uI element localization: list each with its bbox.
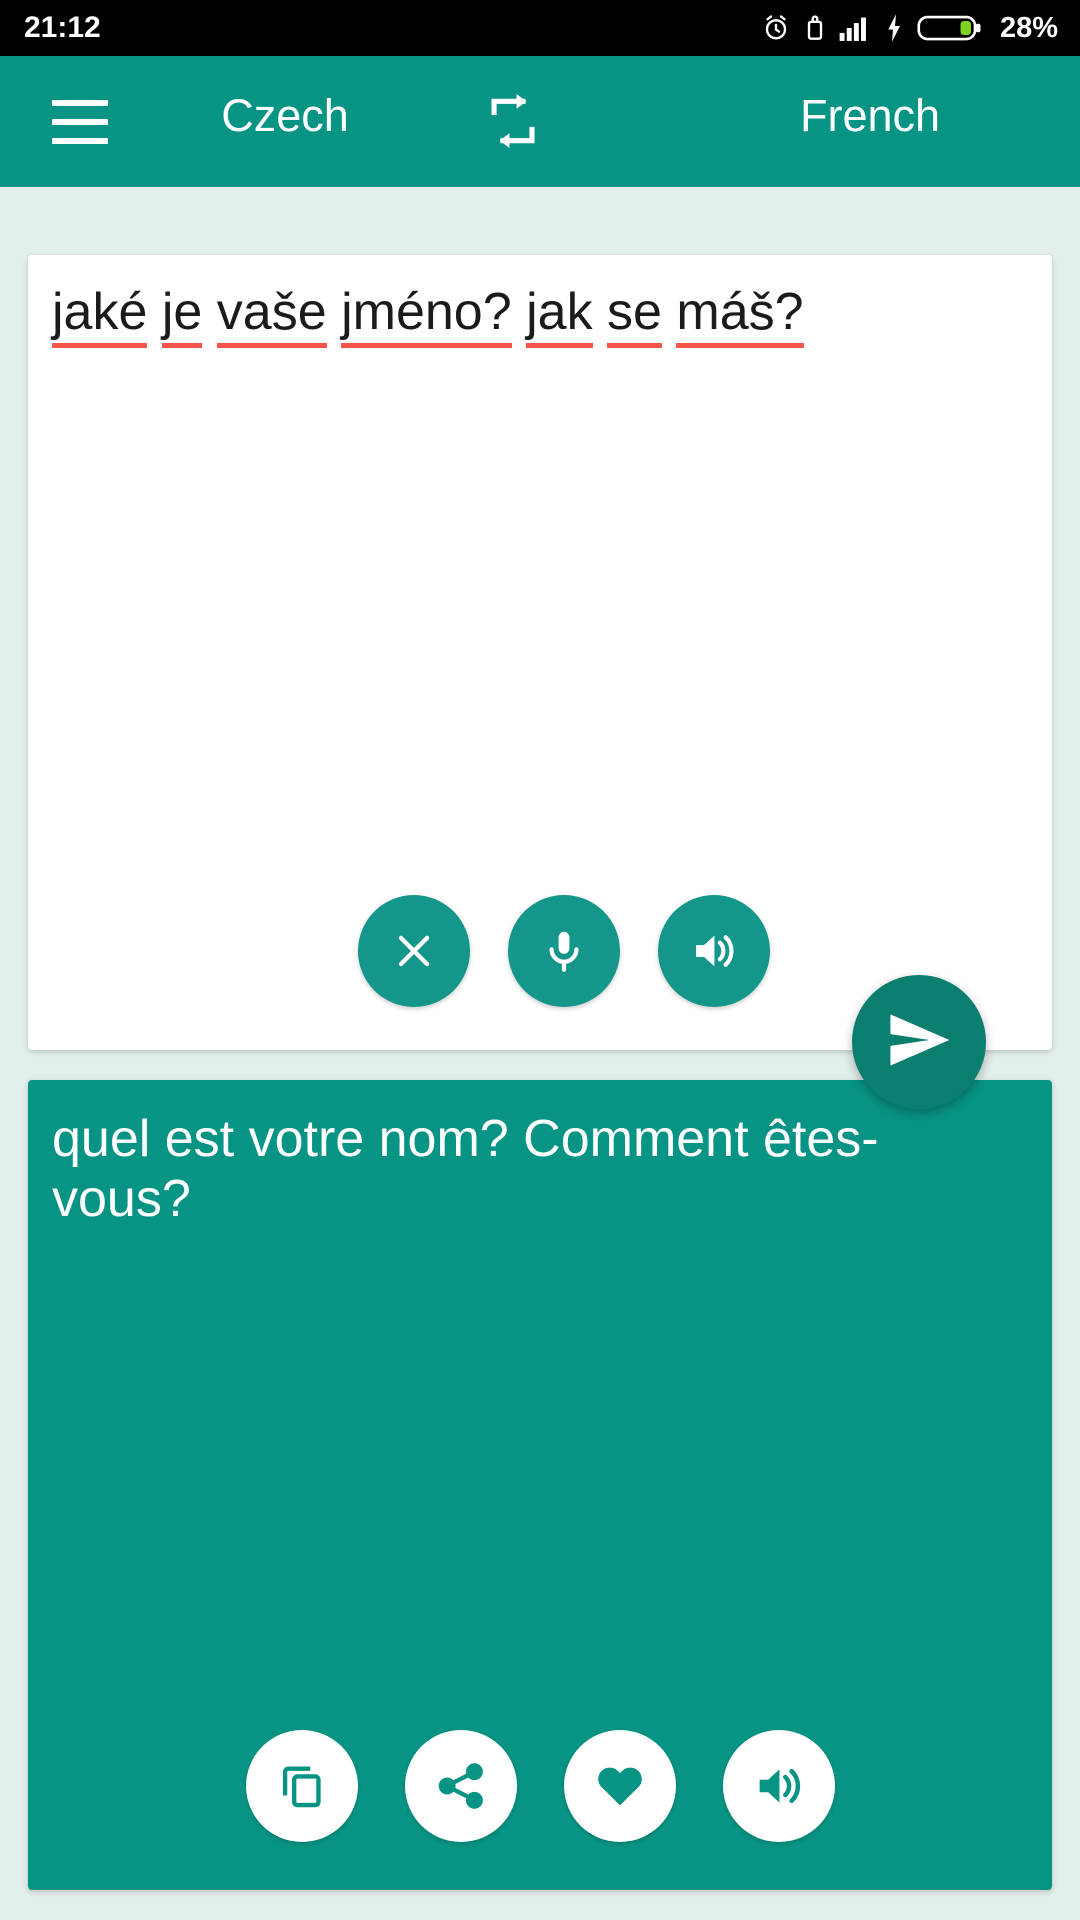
app-screen: 21:12 28% Czech French jaké je vaše jmén… [0, 0, 1080, 1920]
battery-percent-label: 28% [999, 11, 1058, 44]
send-icon [884, 1005, 954, 1080]
source-word: vaše [216, 283, 327, 348]
speaker-icon [689, 926, 739, 976]
microphone-icon [540, 927, 588, 975]
speak-source-button[interactable] [658, 895, 770, 1007]
source-word: jak [526, 283, 593, 348]
source-language-selector[interactable]: Czech [150, 90, 420, 142]
charging-bolt-icon [884, 13, 904, 43]
copy-icon [276, 1760, 328, 1812]
voice-input-button[interactable] [508, 895, 620, 1007]
source-word: jaké [52, 283, 148, 348]
app-toolbar: Czech French [0, 56, 1080, 187]
source-text-input[interactable]: jaké je vaše jméno? jak se máš? [52, 281, 988, 348]
clear-button[interactable] [358, 895, 470, 1007]
share-icon [435, 1760, 487, 1812]
alarm-icon [761, 13, 791, 43]
favorite-button[interactable] [563, 1730, 676, 1842]
target-language-selector[interactable]: French [720, 90, 1020, 142]
menu-bar-2 [52, 118, 108, 125]
source-word: jméno? [341, 283, 512, 348]
send-button[interactable] [852, 975, 986, 1109]
speak-translation-button[interactable] [722, 1730, 835, 1842]
menu-bar-1 [52, 99, 108, 106]
usb-lock-icon [804, 13, 826, 43]
status-clock: 21:12 [24, 11, 101, 44]
speaker-icon [752, 1759, 806, 1813]
source-word: máš? [676, 283, 804, 348]
source-text-card: jaké je vaše jméno? jak se máš? [28, 255, 1052, 1050]
hamburger-menu-icon[interactable] [32, 74, 128, 170]
source-word: se [607, 283, 662, 348]
status-bar: 21:12 28% [0, 0, 1080, 56]
copy-button[interactable] [245, 1730, 358, 1842]
translation-card: quel est votre nom? Comment êtes-vous? [28, 1080, 1052, 1890]
menu-bar-3 [52, 137, 108, 144]
translation-text: quel est votre nom? Comment êtes-vous? [52, 1110, 879, 1228]
battery-icon [917, 13, 983, 43]
swap-languages-icon[interactable] [470, 90, 556, 152]
status-icons: 28% [761, 12, 1058, 45]
source-word: je [161, 283, 203, 348]
close-icon [390, 927, 438, 975]
share-button[interactable] [404, 1730, 517, 1842]
translation-action-bar [28, 1730, 1052, 1842]
heart-icon [593, 1759, 647, 1813]
signal-bars-icon [839, 13, 871, 43]
